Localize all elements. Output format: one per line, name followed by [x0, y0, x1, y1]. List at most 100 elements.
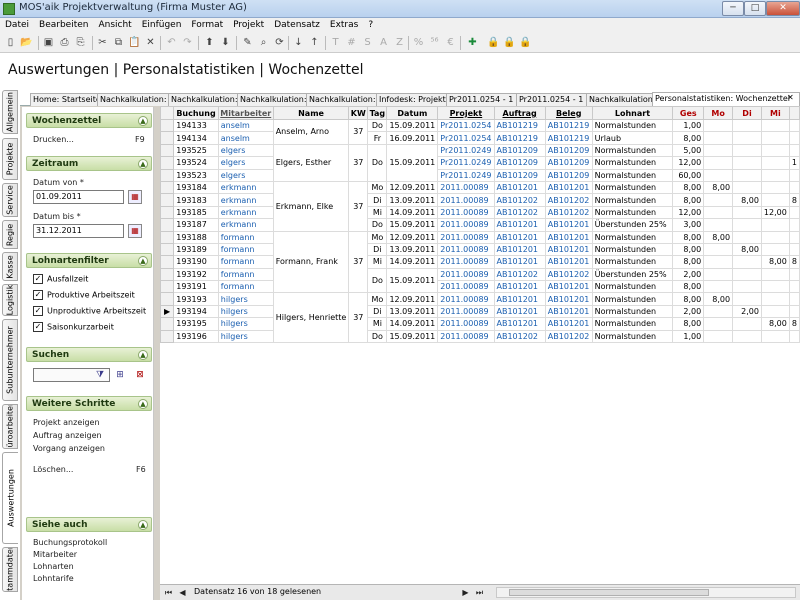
link-projekt-anzeigen[interactable]: Projekt anzeigen [33, 418, 100, 427]
cell-projekt[interactable]: 2011.00089 [437, 329, 495, 344]
collapse-icon[interactable]: ▲ [138, 256, 148, 266]
cell-auftrag[interactable]: AB101201 [493, 255, 546, 269]
table-row[interactable]: 193192 formann Do 15.09.2011 2011.00089 AB101… [160, 267, 800, 294]
cell-projekt[interactable]: 2011.00089 [437, 304, 495, 319]
a-icon[interactable]: A [377, 36, 390, 49]
copy-icon[interactable]: ⧉ [112, 36, 125, 49]
cell-auftrag[interactable]: AB101201 [493, 317, 546, 331]
cell-projekt[interactable]: 2011.00089 [437, 255, 495, 269]
cell-projekt[interactable]: 2011.00089 [437, 280, 495, 294]
cell-mitarbeiter[interactable]: erkmann [217, 218, 274, 232]
date-from-field[interactable]: 01.09.2011 [33, 190, 124, 204]
cell-mitarbeiter[interactable]: formann [217, 267, 274, 282]
cell-beleg[interactable]: AB101201 [544, 180, 593, 195]
cell-beleg[interactable]: AB101219 [544, 118, 593, 133]
s-icon[interactable]: S [361, 36, 374, 49]
edit-icon[interactable]: ✎ [241, 36, 254, 49]
cell-projekt[interactable]: 2011.00089 [437, 292, 495, 306]
cell-projekt[interactable]: Pr2011.0249 [437, 156, 495, 170]
undo-icon[interactable]: ↶ [165, 36, 178, 49]
section-suchen[interactable]: Suchen ▲ [26, 347, 152, 362]
row-indicator[interactable] [160, 143, 175, 158]
cell-beleg[interactable]: AB101201 [544, 242, 593, 257]
table-row[interactable]: 193524 elgers Pr2011.0249 AB101209 AB101209 N… [160, 156, 800, 170]
scrollbar-thumb[interactable] [509, 589, 709, 596]
cell-auftrag[interactable]: AB101201 [493, 242, 546, 257]
cell-projekt[interactable]: 2011.00089 [437, 218, 495, 232]
row-indicator[interactable] [160, 218, 175, 232]
cell-beleg[interactable]: AB101202 [544, 267, 593, 282]
col-di[interactable]: Di [732, 106, 762, 120]
cell-mitarbeiter[interactable]: erkmann [217, 193, 274, 207]
search-filter-icon[interactable]: ⧩ [93, 369, 107, 382]
close-button[interactable]: ✕ [766, 1, 800, 16]
cell-mitarbeiter[interactable]: elgers [217, 168, 274, 182]
row-indicator[interactable] [160, 329, 175, 344]
section-siehe-auch[interactable]: Siehe auch ▲ [26, 517, 152, 532]
cell-mitarbeiter[interactable]: anselm [217, 131, 274, 145]
link-buchungsprotokoll[interactable]: Buchungsprotokoll [33, 538, 107, 547]
down-icon[interactable]: ⬇ [219, 36, 232, 49]
filter-unproduktive-arbeitszeit[interactable]: ✓ Unproduktive Arbeitszeit [33, 306, 146, 318]
cell-mitarbeiter[interactable]: formann [217, 230, 274, 244]
col-tag[interactable]: Tag [367, 106, 388, 120]
row-indicator[interactable] [160, 280, 175, 294]
row-indicator[interactable]: ▶ [160, 304, 175, 319]
filter-produktive-arbeitszeit[interactable]: ✓ Produktive Arbeitszeit [33, 290, 135, 302]
cell-auftrag[interactable]: AB101202 [493, 193, 546, 207]
checkbox-checked[interactable]: ✓ [33, 306, 43, 316]
cell-mitarbeiter[interactable]: elgers [217, 156, 274, 170]
col-ges[interactable]: Ges [672, 106, 705, 120]
cell-auftrag[interactable]: AB101209 [493, 143, 546, 158]
row-indicator[interactable] [160, 193, 175, 207]
doc-tab[interactable]: Personalstatistiken: Wochenzettel [652, 92, 800, 106]
side-tab-service[interactable]: Service [2, 183, 18, 217]
side-tab-regie[interactable]: Regie [2, 220, 18, 249]
lock-blue-icon[interactable]: 🔒 [487, 36, 500, 49]
side-tab-subunternehmer[interactable]: Subunternehmer [2, 319, 18, 401]
doc-tab[interactable]: Nachkalkulation: [97, 93, 169, 106]
cell-mitarbeiter[interactable]: hilgers [217, 317, 274, 331]
cell-auftrag[interactable]: AB101201 [493, 304, 546, 319]
decimal-icon[interactable]: ⁵⁶ [428, 36, 441, 49]
cell-auftrag[interactable]: AB101201 [493, 230, 546, 244]
cell-mitarbeiter[interactable]: erkmann [217, 205, 274, 220]
cell-auftrag[interactable]: AB101202 [493, 267, 546, 282]
up-icon[interactable]: ⬆ [203, 36, 216, 49]
cell-projekt[interactable]: 2011.00089 [437, 317, 495, 331]
save-icon[interactable]: ▣ [42, 36, 55, 49]
menu-datei[interactable]: Datei [0, 18, 34, 33]
doc-tab[interactable]: Nachkalkulation: [306, 93, 377, 106]
row-indicator[interactable] [160, 230, 175, 244]
checkbox-checked[interactable]: ✓ [33, 290, 43, 300]
link-auftrag-anzeigen[interactable]: Auftrag anzeigen [33, 431, 102, 440]
cell-mitarbeiter[interactable]: formann [217, 255, 274, 269]
doc-tab[interactable]: Pr2011.0254 - 1 [446, 93, 517, 106]
doc-tab[interactable]: Nachkalkulation: [586, 93, 653, 106]
collapse-icon[interactable]: ▲ [138, 350, 148, 360]
doc-tab[interactable]: Pr2011.0254 - 1 [516, 93, 587, 106]
cell-beleg[interactable]: AB101201 [544, 304, 593, 319]
cell-projekt[interactable]: Pr2011.0254 [437, 118, 495, 133]
refresh-icon[interactable]: ⟳ [273, 36, 286, 49]
cut-icon[interactable]: ✂ [96, 36, 109, 49]
row-indicator[interactable] [160, 131, 175, 145]
table-row[interactable]: 193525 elgers Elgers, Esther 37 Do 15.09.2011… [160, 143, 800, 182]
search-table-icon[interactable]: ⊞ [113, 369, 127, 382]
table-row[interactable]: 193193 hilgers Hilgers, Henriette 37 Mo 12.09… [160, 292, 800, 344]
section-weitere-schritte[interactable]: Weitere Schritte ▲ [26, 396, 152, 411]
table-row[interactable]: 193196 hilgers Do 15.09.2011 2011.00089 AB101… [160, 329, 800, 344]
cell-beleg[interactable]: AB101209 [544, 168, 593, 182]
section-zeitraum[interactable]: Zeitraum ▲ [26, 156, 152, 171]
table-row[interactable]: 193190 formann Mi 14.09.2011 2011.00089 AB101… [160, 255, 800, 269]
delete-icon[interactable]: ✕ [144, 36, 157, 49]
cell-beleg[interactable]: AB101201 [544, 230, 593, 244]
previous-record-icon[interactable]: ◀ [177, 587, 188, 598]
cell-projekt[interactable]: Pr2011.0254 [437, 131, 495, 145]
clear-filter-icon[interactable]: ⊠ [133, 369, 147, 382]
doc-tab[interactable]: Home: Startseite [30, 93, 98, 106]
table-row[interactable]: 193184 erkmann Erkmann, Elke 37 Mo 12.09.2011… [160, 180, 800, 232]
menu-bearbeiten[interactable]: Bearbeiten [34, 18, 93, 33]
cell-auftrag[interactable]: AB101201 [493, 180, 546, 195]
delete-action[interactable]: Löschen... [33, 465, 73, 474]
